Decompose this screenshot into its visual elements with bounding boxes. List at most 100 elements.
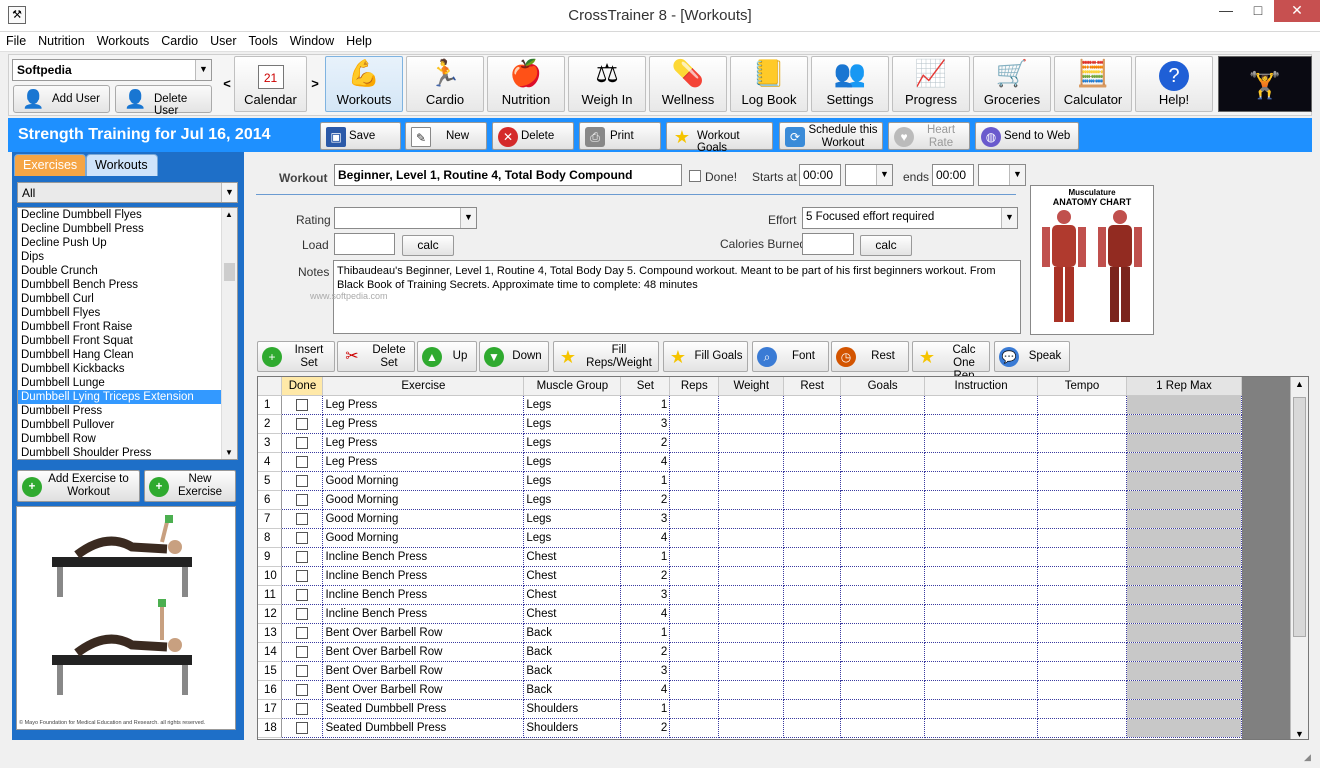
- tempo-cell[interactable]: [1037, 642, 1127, 662]
- done-checkbox[interactable]: [296, 721, 309, 734]
- done-cell[interactable]: [281, 642, 324, 662]
- set-cell[interactable]: 3: [620, 509, 671, 529]
- instruction-cell[interactable]: [924, 433, 1039, 453]
- done-cell[interactable]: [281, 566, 324, 586]
- exercise-filter-select[interactable]: All ▼: [17, 182, 238, 203]
- goals-cell[interactable]: [840, 395, 926, 415]
- rest-cell[interactable]: [783, 699, 842, 719]
- done-checkbox[interactable]: [296, 512, 309, 525]
- tempo-cell[interactable]: [1037, 490, 1127, 510]
- scroll-up-icon[interactable]: ▲: [225, 210, 233, 219]
- weight-cell[interactable]: [718, 585, 785, 605]
- done-checkbox[interactable]: [296, 550, 309, 563]
- delete-user-button[interactable]: 👤 Delete User: [115, 85, 212, 117]
- done-cell[interactable]: [281, 414, 324, 434]
- effort-select[interactable]: 5 Focused effort required ▼: [802, 207, 1018, 229]
- muscle-group-cell[interactable]: Chest: [523, 547, 622, 567]
- instruction-cell[interactable]: [924, 566, 1039, 586]
- table-row[interactable]: 5 Good Morning Legs 1: [258, 471, 1243, 491]
- tab-workouts[interactable]: Workouts: [86, 154, 158, 176]
- rest-cell[interactable]: [783, 718, 842, 738]
- list-item[interactable]: Dumbbell Curl: [18, 292, 221, 306]
- muscle-group-cell[interactable]: Chest: [523, 604, 622, 624]
- insert-set-button[interactable]: + Insert Set: [257, 341, 335, 372]
- done-checkbox[interactable]: [296, 607, 309, 620]
- column-header-tempo[interactable]: Tempo: [1037, 377, 1127, 396]
- rest-cell[interactable]: [783, 642, 842, 662]
- reps-cell[interactable]: [669, 509, 720, 529]
- goals-cell[interactable]: [840, 585, 926, 605]
- tab-exercises[interactable]: Exercises: [14, 154, 86, 176]
- toolbar-calendar[interactable]: 21 Calendar: [234, 56, 307, 112]
- done-checkbox[interactable]: [296, 626, 309, 639]
- load-input[interactable]: [334, 233, 395, 255]
- muscle-group-cell[interactable]: Legs: [523, 509, 622, 529]
- tempo-cell[interactable]: [1037, 718, 1127, 738]
- done-cell[interactable]: [281, 509, 324, 529]
- done-cell[interactable]: [281, 395, 324, 415]
- chevron-down-icon[interactable]: ▼: [460, 208, 476, 228]
- list-item[interactable]: Decline Dumbbell Flyes: [18, 208, 221, 222]
- exercise-cell[interactable]: Bent Over Barbell Row: [322, 642, 525, 662]
- list-item[interactable]: Decline Dumbbell Press: [18, 222, 221, 236]
- menu-cardio[interactable]: Cardio: [155, 32, 204, 48]
- exercise-cell[interactable]: Incline Bench Press: [322, 604, 525, 624]
- toolbar-workouts[interactable]: 💪 Workouts: [325, 56, 403, 112]
- set-cell[interactable]: 4: [620, 452, 671, 472]
- rest-cell[interactable]: [783, 509, 842, 529]
- toolbar-settings[interactable]: 👥 Settings: [811, 56, 889, 112]
- exercise-cell[interactable]: Seated Dumbbell Press: [322, 699, 525, 719]
- column-header-row-header[interactable]: [258, 377, 283, 396]
- list-item[interactable]: Dumbbell Lunge: [18, 376, 221, 390]
- rest-cell[interactable]: [783, 604, 842, 624]
- list-item[interactable]: Dumbbell Front Squat: [18, 334, 221, 348]
- muscle-group-cell[interactable]: Back: [523, 642, 622, 662]
- exercise-cell[interactable]: Good Morning: [322, 490, 525, 510]
- speak-button[interactable]: 💬 Speak: [994, 341, 1070, 372]
- set-cell[interactable]: 4: [620, 680, 671, 700]
- rest-button[interactable]: ◷ Rest: [831, 341, 909, 372]
- new-exercise-button[interactable]: + New Exercise: [144, 470, 236, 502]
- starts-at-input[interactable]: 00:00: [799, 164, 841, 186]
- toolbar-help[interactable]: ? Help!: [1135, 56, 1213, 112]
- reps-cell[interactable]: [669, 490, 720, 510]
- goals-cell[interactable]: [840, 623, 926, 643]
- instruction-cell[interactable]: [924, 604, 1039, 624]
- goals-cell[interactable]: [840, 642, 926, 662]
- workout-goals-button[interactable]: ★ Workout Goals: [666, 122, 773, 154]
- instruction-cell[interactable]: [924, 528, 1039, 548]
- weight-cell[interactable]: [718, 490, 785, 510]
- exercise-cell[interactable]: Incline Bench Press: [322, 547, 525, 567]
- tempo-cell[interactable]: [1037, 433, 1127, 453]
- move-up-button[interactable]: ▲ Up: [417, 341, 477, 372]
- goals-cell[interactable]: [840, 547, 926, 567]
- goals-cell[interactable]: [840, 566, 926, 586]
- tempo-cell[interactable]: [1037, 528, 1127, 548]
- rest-cell[interactable]: [783, 452, 842, 472]
- table-row[interactable]: 16 Bent Over Barbell Row Back 4: [258, 680, 1243, 700]
- list-item[interactable]: Dumbbell Press: [18, 404, 221, 418]
- done-checkbox[interactable]: [296, 645, 309, 658]
- done-checkbox[interactable]: [296, 702, 309, 715]
- menu-file[interactable]: File: [0, 32, 32, 48]
- font-button[interactable]: ⌕ Font: [752, 341, 829, 372]
- set-cell[interactable]: 2: [620, 718, 671, 738]
- muscle-group-cell[interactable]: Legs: [523, 490, 622, 510]
- done-checkbox[interactable]: [296, 664, 309, 677]
- send-to-web-button[interactable]: ◍ Send to Web: [975, 122, 1079, 150]
- delete-set-button[interactable]: ✂ Delete Set: [337, 341, 415, 372]
- heart-rate-button[interactable]: ♥ Heart Rate: [888, 122, 970, 150]
- reps-cell[interactable]: [669, 585, 720, 605]
- muscle-group-cell[interactable]: Back: [523, 623, 622, 643]
- reps-cell[interactable]: [669, 604, 720, 624]
- set-cell[interactable]: 3: [620, 661, 671, 681]
- reps-cell[interactable]: [669, 661, 720, 681]
- rest-cell[interactable]: [783, 585, 842, 605]
- table-row[interactable]: 6 Good Morning Legs 2: [258, 490, 1243, 510]
- done-cell[interactable]: [281, 623, 324, 643]
- exercise-cell[interactable]: Bent Over Barbell Row: [322, 661, 525, 681]
- calories-calc-button[interactable]: calc: [860, 235, 912, 256]
- reps-cell[interactable]: [669, 699, 720, 719]
- weight-cell[interactable]: [718, 642, 785, 662]
- set-cell[interactable]: 1: [620, 395, 671, 415]
